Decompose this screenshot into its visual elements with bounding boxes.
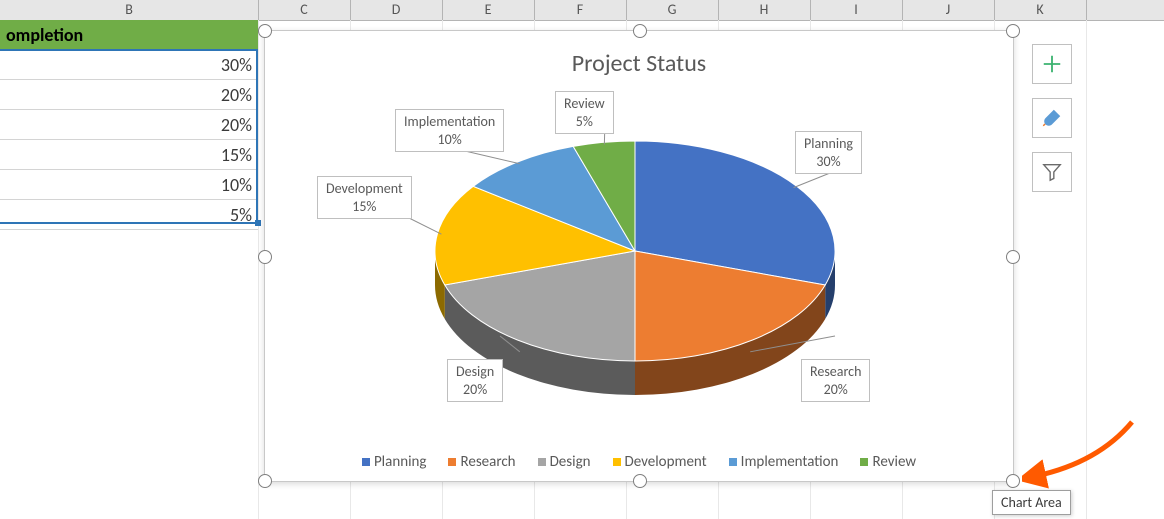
data-label-implementation[interactable]: Implementation10% (395, 109, 504, 152)
chart-filter-button[interactable] (1032, 152, 1072, 192)
col-header[interactable]: F (534, 0, 627, 20)
annotation-arrow-icon (1022, 416, 1142, 496)
chart-styles-button[interactable] (1032, 98, 1072, 138)
legend-item[interactable]: Review (860, 453, 916, 471)
legend-item[interactable]: Research (448, 453, 515, 471)
table-row[interactable]: 5% (0, 200, 258, 230)
brush-icon (1041, 107, 1063, 129)
legend-label: Research (460, 453, 515, 471)
resize-handle[interactable] (258, 474, 272, 488)
table-cell[interactable]: 20% (0, 80, 258, 109)
data-table[interactable]: ompletion 30% 20% 20% 15% 10% 5% (0, 20, 258, 230)
resize-handle[interactable] (1006, 474, 1020, 488)
col-header[interactable]: D (350, 0, 443, 20)
chart-elements-button[interactable] (1032, 44, 1072, 84)
col-header[interactable]: J (902, 0, 995, 20)
fill-handle[interactable] (255, 220, 261, 226)
legend-item[interactable]: Planning (362, 453, 427, 471)
legend-label: Development (625, 453, 707, 471)
chart-legend[interactable]: Planning Research Design Development Imp… (265, 453, 1013, 471)
col-header[interactable]: E (442, 0, 535, 20)
legend-item[interactable]: Design (538, 453, 591, 471)
col-header[interactable]: B (0, 0, 259, 20)
legend-label: Planning (374, 453, 427, 471)
table-header-cell[interactable]: ompletion (0, 20, 258, 49)
legend-item[interactable]: Development (613, 453, 707, 471)
resize-handle[interactable] (633, 474, 647, 488)
table-row[interactable]: 10% (0, 170, 258, 200)
chart-tools (1032, 44, 1072, 192)
col-header[interactable]: C (258, 0, 351, 20)
table-cell[interactable]: 15% (0, 140, 258, 169)
col-header[interactable]: H (718, 0, 811, 20)
table-row[interactable]: 30% (0, 50, 258, 80)
chart-title[interactable]: Project Status (265, 49, 1013, 78)
data-label-development[interactable]: Development15% (317, 176, 412, 219)
resize-handle[interactable] (1006, 250, 1020, 264)
chart-area-tooltip: Chart Area (992, 490, 1071, 515)
legend-label: Design (550, 453, 591, 471)
legend-item[interactable]: Implementation (729, 453, 839, 471)
table-cell[interactable]: 5% (0, 200, 258, 229)
funnel-icon (1041, 161, 1063, 183)
table-cell[interactable]: 10% (0, 170, 258, 199)
table-header-row[interactable]: ompletion (0, 20, 258, 50)
table-row[interactable]: 20% (0, 80, 258, 110)
column-header-row: B C D E F G H I J K (0, 0, 1164, 21)
data-label-research[interactable]: Research20% (801, 359, 870, 402)
col-header[interactable]: K (994, 0, 1087, 20)
col-header[interactable]: I (810, 0, 903, 20)
legend-label: Implementation (741, 453, 839, 471)
data-label-review[interactable]: Review5% (555, 91, 614, 134)
table-cell[interactable]: 20% (0, 110, 258, 139)
plus-icon (1041, 53, 1063, 75)
resize-handle[interactable] (258, 24, 272, 38)
resize-handle[interactable] (633, 24, 647, 38)
legend-label: Review (872, 453, 916, 471)
col-header[interactable]: G (626, 0, 719, 20)
table-row[interactable]: 15% (0, 140, 258, 170)
resize-handle[interactable] (1006, 24, 1020, 38)
table-row[interactable]: 20% (0, 110, 258, 140)
resize-handle[interactable] (258, 250, 272, 264)
chart-object[interactable]: Project Status Planning30% Research20% D… (264, 30, 1014, 482)
data-label-planning[interactable]: Planning30% (795, 131, 862, 174)
data-label-design[interactable]: Design20% (447, 359, 503, 402)
table-cell[interactable]: 30% (0, 50, 258, 79)
